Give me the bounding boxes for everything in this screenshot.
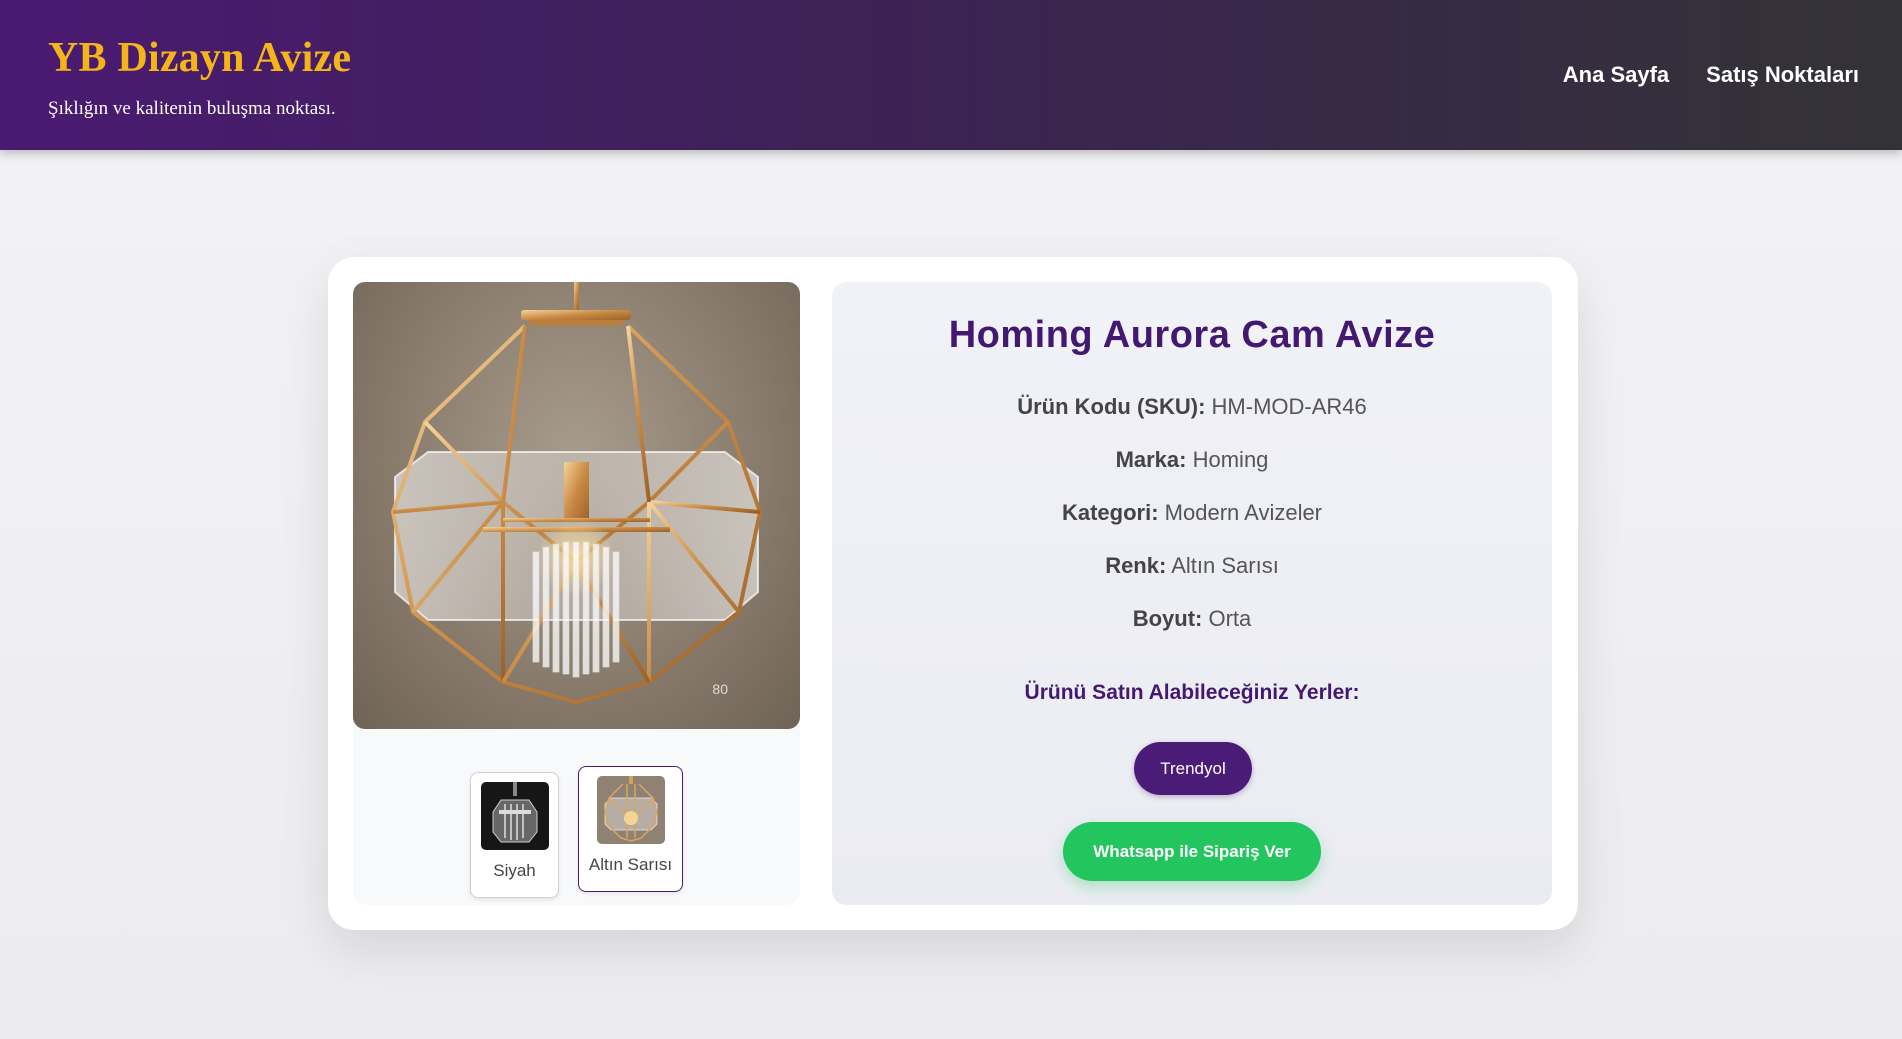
spec-category: Kategori: Modern Avizeler: [832, 500, 1552, 553]
product-title: Homing Aurora Cam Avize: [948, 314, 1436, 356]
spec-size: Boyut: Orta: [832, 606, 1552, 659]
spec-color: Renk: Altın Sarısı: [832, 553, 1552, 606]
spec-sku-value: HM-MOD-AR46: [1211, 394, 1367, 419]
brand-logo-text[interactable]: YB Dizayn Avize: [48, 34, 351, 82]
nav-link-home[interactable]: Ana Sayfa: [1563, 62, 1669, 88]
variant-thumb-gold[interactable]: Altın Sarısı: [578, 766, 683, 892]
image-watermark-number: 80: [712, 681, 728, 697]
product-main-image[interactable]: 80: [353, 282, 800, 729]
site-header: YB Dizayn Avize Şıklığın ve kalitenin bu…: [0, 0, 1902, 150]
spec-brand: Marka: Homing: [832, 447, 1552, 500]
whatsapp-order-button[interactable]: Whatsapp ile Sipariş Ver: [1063, 822, 1321, 881]
spec-brand-label: Marka:: [1115, 447, 1187, 472]
spec-color-label: Renk:: [1105, 553, 1167, 578]
trendyol-button[interactable]: Trendyol: [1134, 742, 1252, 795]
brand-tagline: Şıklığın ve kalitenin buluşma noktası.: [48, 98, 336, 119]
where-to-buy-title: Ürünü Satın Alabileceğiniz Yerler:: [1024, 681, 1360, 704]
spec-sku: Ürün Kodu (SKU): HM-MOD-AR46: [832, 394, 1552, 447]
spec-color-value: Altın Sarısı: [1171, 553, 1279, 578]
spec-size-label: Boyut:: [1132, 606, 1203, 631]
spec-category-label: Kategori:: [1061, 500, 1159, 525]
variant-thumb-black-image: [480, 782, 549, 850]
spec-brand-value: Homing: [1192, 447, 1269, 472]
variant-thumbnails: Siyah Altın Sarısı: [470, 766, 683, 898]
product-card: 80 Siyah Altın Sarısı Homing Aurora Cam …: [328, 257, 1578, 930]
variant-thumb-gold-image: [596, 776, 665, 844]
spec-sku-label: Ürün Kodu (SKU):: [1017, 394, 1206, 419]
product-info-panel: Homing Aurora Cam Avize Ürün Kodu (SKU):…: [832, 282, 1552, 905]
variant-thumb-black[interactable]: Siyah: [470, 772, 559, 898]
product-gallery: 80 Siyah Altın Sarısı: [353, 282, 800, 905]
variant-thumb-gold-label: Altın Sarısı: [588, 855, 673, 874]
chandelier-illustration: [391, 282, 762, 704]
spec-category-value: Modern Avizeler: [1164, 500, 1323, 525]
product-specs: Ürün Kodu (SKU): HM-MOD-AR46 Marka: Homi…: [832, 394, 1552, 659]
variant-thumb-black-label: Siyah: [493, 861, 536, 880]
main-nav: Ana Sayfa Satış Noktaları: [1563, 62, 1859, 88]
nav-link-sales-points[interactable]: Satış Noktaları: [1706, 62, 1859, 88]
spec-size-value: Orta: [1208, 606, 1252, 631]
